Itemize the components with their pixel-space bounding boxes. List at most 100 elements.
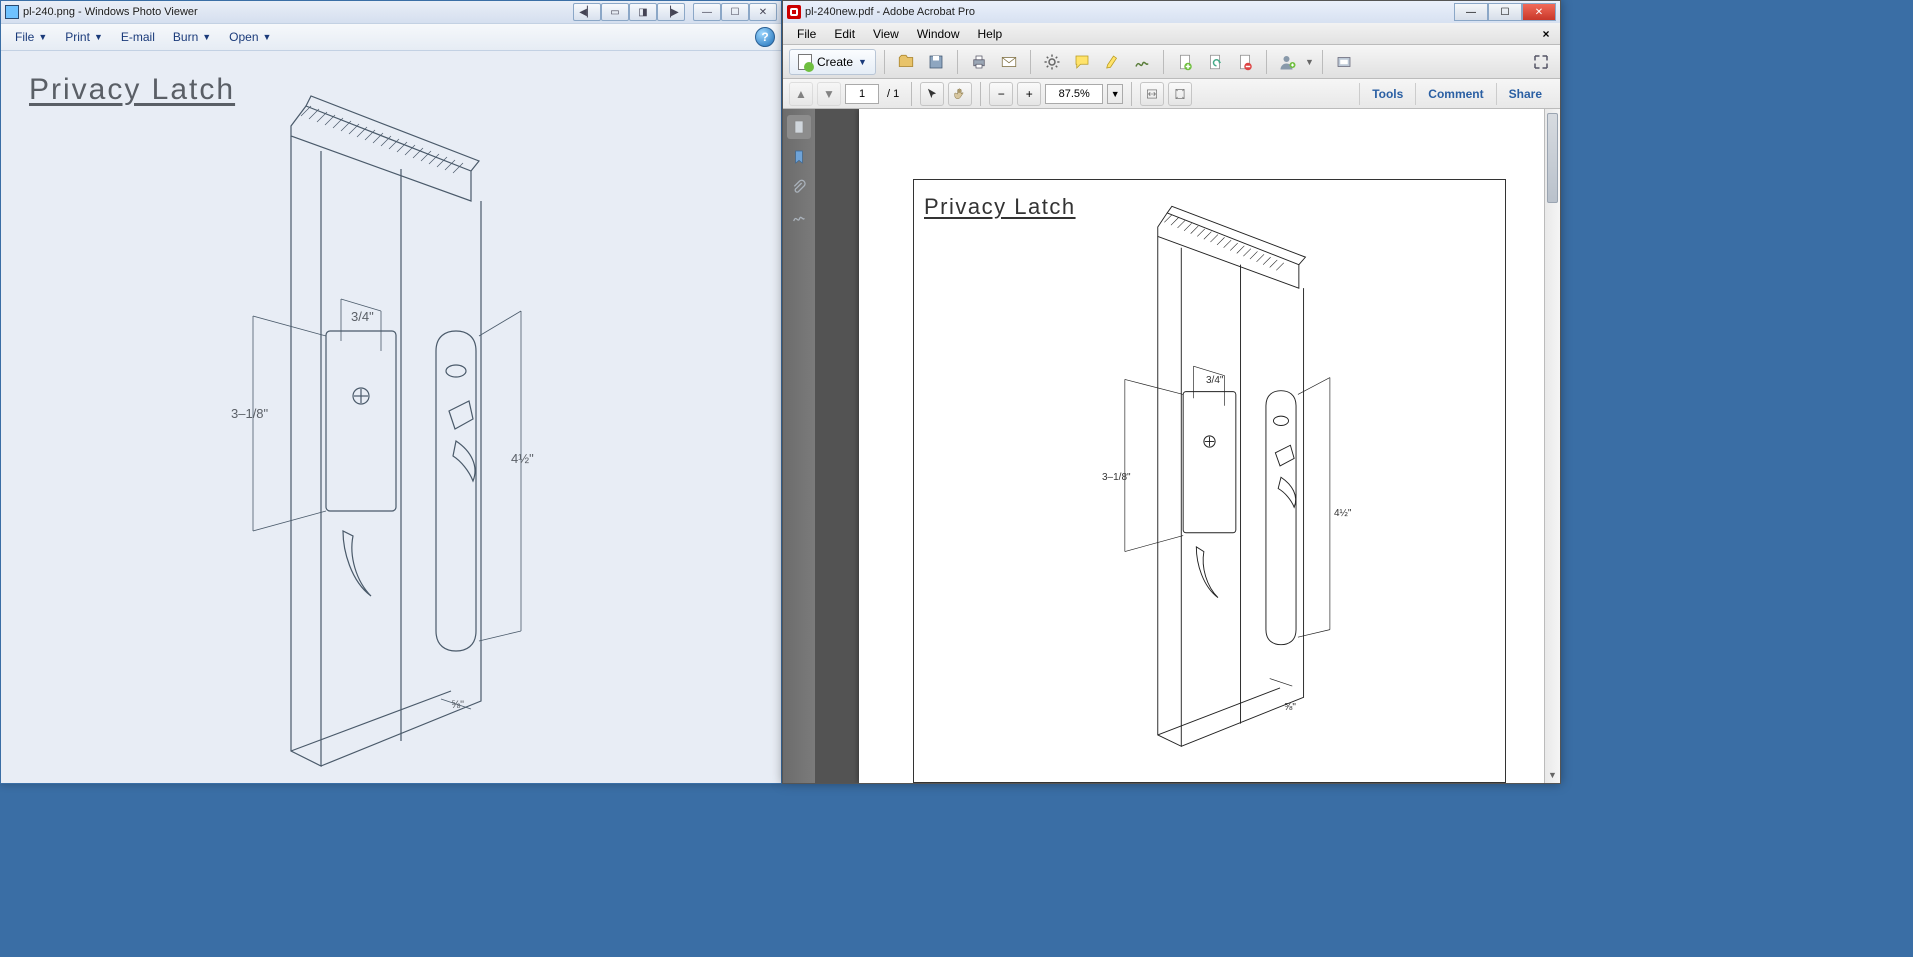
image-file-icon	[5, 5, 19, 19]
next-control-icon[interactable]: ▕▶	[657, 3, 685, 21]
privacy-latch-drawing	[914, 180, 1505, 782]
navigation-rail	[783, 109, 815, 783]
prev-control-icon[interactable]: ◀▏	[573, 3, 601, 21]
email-button[interactable]	[996, 49, 1022, 75]
minimize-button[interactable]: —	[693, 3, 721, 21]
menu-file[interactable]: File	[789, 25, 824, 43]
minimize-button[interactable]: —	[1454, 3, 1488, 21]
share-dropdown-icon[interactable]: ▼	[1305, 57, 1314, 67]
chevron-down-icon: ▼	[94, 32, 103, 42]
menu-file[interactable]: File ▼	[7, 27, 55, 47]
chevron-down-icon: ▼	[38, 32, 47, 42]
document-close-button[interactable]: ×	[1538, 26, 1554, 42]
drawing-border: Privacy Latch	[913, 179, 1506, 783]
acrobat-window: pl-240new.pdf - Adobe Acrobat Pro — ☐ ✕ …	[782, 0, 1561, 784]
hand-tool-button[interactable]	[948, 82, 972, 106]
acrobat-window-title: pl-240new.pdf - Adobe Acrobat Pro	[805, 6, 975, 18]
photo-titlebar[interactable]: pl-240.png - Windows Photo Viewer ◀▏ ▭ ◨…	[1, 1, 781, 23]
page-plus-icon	[798, 54, 812, 70]
scan-icon[interactable]	[1331, 49, 1357, 75]
create-button[interactable]: Create ▼	[789, 49, 876, 75]
tab-share[interactable]: Share	[1496, 83, 1554, 105]
dimension-right: 4½"	[1334, 508, 1351, 519]
maximize-button[interactable]: ☐	[721, 3, 749, 21]
scroll-down-icon[interactable]: ▼	[1545, 767, 1560, 783]
vertical-scrollbar[interactable]: ▲ ▼	[1544, 109, 1560, 783]
bookmarks-panel-button[interactable]	[787, 145, 811, 169]
dimension-bottom: ⅝"	[451, 699, 464, 711]
document-area[interactable]: Privacy Latch	[815, 109, 1560, 783]
acrobat-body: Privacy Latch	[783, 109, 1560, 783]
menu-burn-label: Burn	[173, 30, 198, 44]
select-tool-button[interactable]	[920, 82, 944, 106]
dimension-bottom: ⅝"	[1284, 702, 1296, 713]
privacy-latch-drawing	[1, 51, 781, 781]
menu-file-label: File	[15, 30, 34, 44]
settings-gear-icon[interactable]	[1039, 49, 1065, 75]
menu-burn[interactable]: Burn ▼	[165, 27, 219, 47]
save-button[interactable]	[923, 49, 949, 75]
insert-page-icon[interactable]	[1172, 49, 1198, 75]
sign-icon[interactable]	[1129, 49, 1155, 75]
signatures-panel-button[interactable]	[787, 205, 811, 229]
windows-photo-viewer-window: pl-240.png - Windows Photo Viewer ◀▏ ▭ ◨…	[0, 0, 782, 784]
fit-width-button[interactable]	[1140, 82, 1164, 106]
chevron-down-icon: ▼	[858, 57, 867, 67]
dimension-right: 4½"	[511, 451, 534, 466]
acrobat-toolbar-main: Create ▼ ▼	[783, 45, 1560, 79]
create-button-label: Create	[817, 55, 853, 69]
chevron-down-icon: ▼	[202, 32, 211, 42]
zoom-dropdown-button[interactable]: ▼	[1107, 84, 1123, 104]
print-button[interactable]	[966, 49, 992, 75]
pdf-page: Privacy Latch	[859, 109, 1550, 783]
fit-control-icon[interactable]: ▭	[601, 3, 629, 21]
menu-email-label: E-mail	[121, 30, 155, 44]
acrobat-titlebar[interactable]: pl-240new.pdf - Adobe Acrobat Pro — ☐ ✕	[783, 1, 1560, 23]
photo-canvas: Privacy Latch	[1, 51, 781, 783]
thumbnails-panel-button[interactable]	[787, 115, 811, 139]
page-down-button[interactable]: ▼	[817, 82, 841, 106]
reading-mode-button[interactable]	[1528, 49, 1554, 75]
close-button[interactable]: ✕	[1522, 3, 1556, 21]
acrobat-app-icon	[787, 5, 801, 19]
menu-open[interactable]: Open ▼	[221, 27, 279, 47]
dimension-top: 3/4"	[351, 309, 374, 324]
close-button[interactable]: ✕	[749, 3, 777, 21]
rotate-page-icon[interactable]	[1202, 49, 1228, 75]
scroll-thumb[interactable]	[1547, 113, 1558, 203]
delete-page-icon[interactable]	[1232, 49, 1258, 75]
chevron-down-icon: ▼	[263, 32, 272, 42]
maximize-button[interactable]: ☐	[1488, 3, 1522, 21]
acrobat-toolbar-nav: ▲ ▼ / 1 − + ▼ Tools Comment Share	[783, 79, 1560, 109]
page-up-button[interactable]: ▲	[789, 82, 813, 106]
menu-view[interactable]: View	[865, 25, 907, 43]
menu-help[interactable]: Help	[970, 25, 1011, 43]
comment-bubble-icon[interactable]	[1069, 49, 1095, 75]
help-button[interactable]: ?	[755, 27, 775, 47]
page-number-input[interactable]	[845, 84, 879, 104]
menu-open-label: Open	[229, 30, 258, 44]
tab-tools[interactable]: Tools	[1359, 83, 1415, 105]
menu-print-label: Print	[65, 30, 90, 44]
menu-window[interactable]: Window	[909, 25, 968, 43]
photo-menubar: File ▼ Print ▼ E-mail Burn ▼ Open ▼ ?	[1, 23, 781, 51]
acrobat-menubar: File Edit View Window Help ×	[783, 23, 1560, 45]
fit-page-button[interactable]	[1168, 82, 1192, 106]
page-total-label: / 1	[883, 88, 903, 100]
dimension-left: 3–1/8"	[1102, 472, 1131, 483]
attachments-panel-button[interactable]	[787, 175, 811, 199]
zoom-level-input[interactable]	[1045, 84, 1103, 104]
actual-size-control-icon[interactable]: ◨	[629, 3, 657, 21]
dimension-left: 3–1/8"	[231, 406, 268, 421]
photo-window-title: pl-240.png - Windows Photo Viewer	[23, 6, 198, 18]
share-user-icon[interactable]	[1275, 49, 1301, 75]
menu-email[interactable]: E-mail	[113, 27, 163, 47]
slideshow-controls: ◀▏ ▭ ◨ ▕▶	[573, 3, 685, 21]
menu-edit[interactable]: Edit	[826, 25, 863, 43]
zoom-in-button[interactable]: +	[1017, 82, 1041, 106]
highlight-icon[interactable]	[1099, 49, 1125, 75]
menu-print[interactable]: Print ▼	[57, 27, 111, 47]
open-button[interactable]	[893, 49, 919, 75]
zoom-out-button[interactable]: −	[989, 82, 1013, 106]
tab-comment[interactable]: Comment	[1415, 83, 1495, 105]
